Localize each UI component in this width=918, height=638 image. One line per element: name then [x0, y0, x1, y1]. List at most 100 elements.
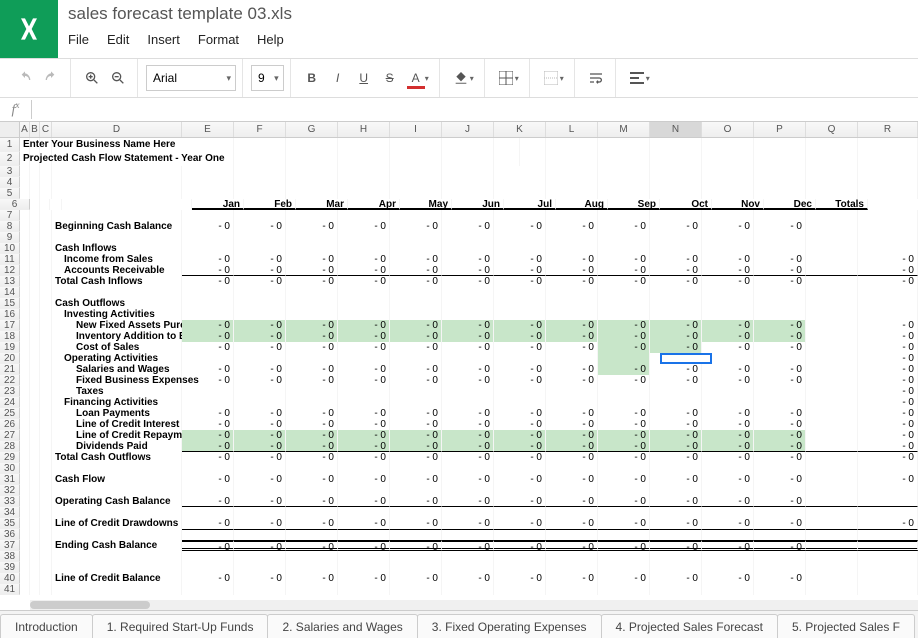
cell[interactable]	[234, 507, 286, 518]
cell[interactable]	[494, 507, 546, 518]
cell[interactable]	[702, 309, 754, 320]
column-header-J[interactable]: J	[442, 122, 494, 137]
cell[interactable]	[286, 529, 338, 540]
wrap-text-button[interactable]	[583, 65, 609, 91]
cell[interactable]	[338, 298, 390, 309]
cell[interactable]: - 0	[390, 573, 442, 584]
cell[interactable]	[702, 232, 754, 243]
cell[interactable]	[754, 210, 806, 221]
cell[interactable]	[806, 540, 858, 551]
cell[interactable]: - 0	[702, 265, 754, 276]
horizontal-scrollbar[interactable]	[30, 600, 918, 610]
cell-label[interactable]	[52, 562, 182, 573]
cell[interactable]: - 0	[702, 441, 754, 452]
cell[interactable]: - 0	[754, 408, 806, 419]
cell[interactable]: - 0	[390, 441, 442, 452]
cell[interactable]: - 0	[182, 276, 234, 287]
cell[interactable]	[754, 485, 806, 496]
cell-label[interactable]: Beginning Cash Balance	[52, 221, 182, 232]
cell[interactable]: - 0	[650, 518, 702, 529]
cell-label[interactable]: Operating Cash Balance	[52, 496, 182, 507]
cell[interactable]: - 0	[754, 265, 806, 276]
cell[interactable]	[702, 177, 754, 188]
cell[interactable]	[546, 562, 598, 573]
column-header-N[interactable]: N	[650, 122, 702, 137]
cell[interactable]: - 0	[234, 441, 286, 452]
month-header[interactable]: Sep	[608, 199, 660, 210]
cell[interactable]	[546, 243, 598, 254]
cell[interactable]: - 0	[598, 265, 650, 276]
cell[interactable]	[182, 309, 234, 320]
cell[interactable]: - 0	[546, 254, 598, 265]
cell[interactable]	[442, 210, 494, 221]
cell[interactable]: - 0	[858, 419, 918, 430]
month-header[interactable]: Aug	[556, 199, 608, 210]
cell[interactable]	[234, 485, 286, 496]
cell[interactable]: - 0	[754, 441, 806, 452]
cell[interactable]: - 0	[650, 375, 702, 386]
cell[interactable]	[546, 584, 598, 595]
cell[interactable]: - 0	[754, 474, 806, 485]
cell-label[interactable]: Investing Activities	[52, 309, 182, 320]
cell[interactable]: - 0	[702, 518, 754, 529]
cell[interactable]: - 0	[598, 518, 650, 529]
cell[interactable]: - 0	[598, 573, 650, 584]
column-header-B[interactable]: B	[30, 122, 40, 137]
cell[interactable]	[338, 386, 390, 397]
cell[interactable]	[806, 573, 858, 584]
cell[interactable]	[650, 562, 702, 573]
cell[interactable]: - 0	[494, 265, 546, 276]
cell[interactable]	[546, 210, 598, 221]
bold-button[interactable]: B	[299, 65, 325, 91]
month-header[interactable]: Jun	[452, 199, 504, 210]
cell[interactable]	[650, 152, 702, 166]
cell[interactable]: - 0	[546, 265, 598, 276]
cell[interactable]: - 0	[182, 496, 234, 507]
cell-label[interactable]: Total Cash Inflows	[52, 276, 182, 287]
cell[interactable]	[546, 507, 598, 518]
cell[interactable]	[442, 243, 494, 254]
cell[interactable]	[390, 397, 442, 408]
column-header-F[interactable]: F	[234, 122, 286, 137]
cell[interactable]	[390, 507, 442, 518]
cell[interactable]: - 0	[182, 375, 234, 386]
cell[interactable]	[806, 364, 858, 375]
cell[interactable]	[390, 177, 442, 188]
cell[interactable]	[442, 463, 494, 474]
cell[interactable]: - 0	[546, 419, 598, 430]
cell[interactable]	[182, 584, 234, 595]
row-header[interactable]: 2	[0, 152, 20, 166]
cell[interactable]	[546, 287, 598, 298]
row-header[interactable]: 1	[0, 138, 20, 152]
row-header[interactable]: 18	[0, 331, 20, 342]
cell[interactable]: - 0	[702, 254, 754, 265]
cell[interactable]	[858, 551, 918, 562]
cell[interactable]	[702, 397, 754, 408]
cell[interactable]	[650, 177, 702, 188]
cell[interactable]: - 0	[234, 452, 286, 463]
cell[interactable]: - 0	[286, 265, 338, 276]
cell[interactable]	[806, 232, 858, 243]
cell[interactable]: - 0	[390, 320, 442, 331]
cell-label[interactable]: Cash Inflows	[52, 243, 182, 254]
cell[interactable]	[806, 331, 858, 342]
row-header[interactable]: 40	[0, 573, 20, 584]
cell[interactable]	[390, 551, 442, 562]
cell[interactable]: - 0	[182, 419, 234, 430]
cell[interactable]	[754, 397, 806, 408]
cell[interactable]	[338, 584, 390, 595]
cell[interactable]	[702, 507, 754, 518]
row-header[interactable]: 23	[0, 386, 20, 397]
cell[interactable]	[546, 188, 598, 199]
spreadsheet-grid[interactable]: 1Enter Your Business Name Here2Projected…	[0, 138, 918, 610]
cell-label[interactable]: Line of Credit Repayments	[52, 430, 182, 441]
cell[interactable]	[806, 254, 858, 265]
cell[interactable]	[182, 188, 234, 199]
row-header[interactable]: 7	[0, 210, 20, 221]
column-header-O[interactable]: O	[702, 122, 754, 137]
cell[interactable]	[338, 463, 390, 474]
cell[interactable]: - 0	[858, 320, 918, 331]
cell[interactable]: - 0	[338, 573, 390, 584]
cell[interactable]	[338, 243, 390, 254]
cell[interactable]	[598, 353, 650, 364]
